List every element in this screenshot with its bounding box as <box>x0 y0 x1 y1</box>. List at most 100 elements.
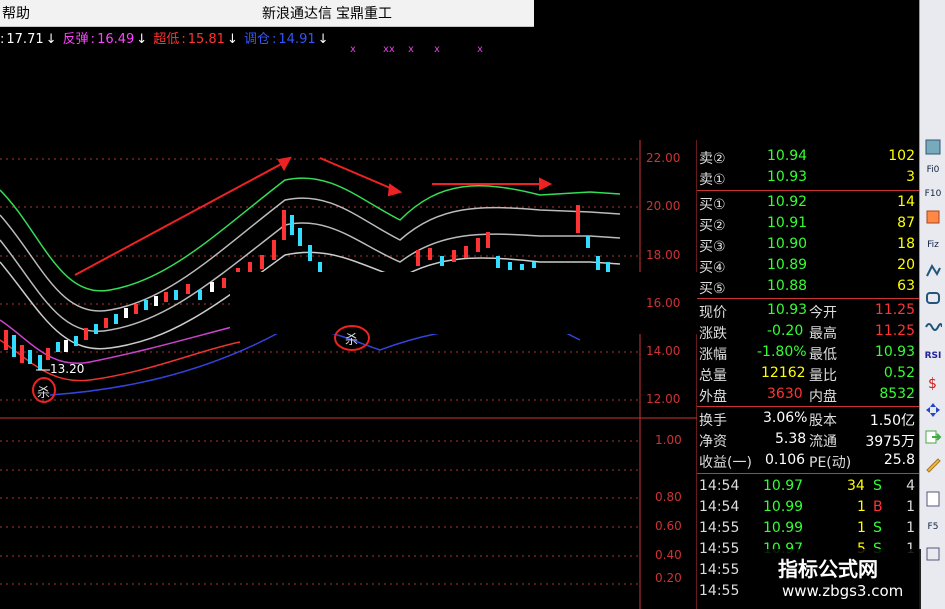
toolbar-button[interactable] <box>923 490 943 510</box>
order-row-buy3[interactable]: 买③ 10.90 18 <box>697 235 919 255</box>
order-price: 10.92 <box>767 194 808 210</box>
quote-label: 内盘 <box>809 389 837 405</box>
dollar-icon[interactable]: $ <box>923 374 943 394</box>
candle <box>260 255 264 269</box>
toolbar-button[interactable] <box>923 138 943 158</box>
candle <box>606 262 610 272</box>
toolbar-button-rsi[interactable]: RSI <box>923 346 943 366</box>
order-row-sell1[interactable]: 卖① 10.93 3 <box>697 168 919 188</box>
order-label: 买② <box>699 218 726 234</box>
order-label: 卖① <box>699 172 726 188</box>
toolbar-button-fiz[interactable]: Fiz <box>923 235 943 255</box>
candle <box>520 264 524 270</box>
candle <box>28 350 32 364</box>
quote-row: 收益(一) 0.106 PE(动) 25.8 <box>697 451 919 471</box>
quote-label: 今开 <box>809 305 837 321</box>
quote-label: 收益(一) <box>699 455 752 471</box>
quote-value: 5.38 <box>775 431 807 447</box>
quote-value: 1.50亿 <box>869 413 915 429</box>
tick-side: B <box>873 499 883 515</box>
volume-tick: 1.00 <box>655 433 682 447</box>
candle <box>222 278 226 288</box>
tick-time: 14:55 <box>699 520 740 536</box>
candle <box>298 228 302 246</box>
sell-marker-text: 杀 <box>345 333 359 348</box>
quote-label: 现价 <box>699 305 727 321</box>
candle <box>186 284 190 294</box>
volume-tick: 0.20 <box>655 571 682 585</box>
order-label: 买③ <box>699 239 726 255</box>
export-icon[interactable] <box>923 428 943 448</box>
candle <box>596 256 600 270</box>
wave-icon[interactable] <box>923 318 943 338</box>
order-volume: 63 <box>897 278 915 294</box>
toolbar-button-fi0[interactable]: Fi0 <box>923 160 943 180</box>
tick-row: 14:54 10.97 34 S 4 <box>697 477 919 497</box>
quote-value: 3975万 <box>865 434 915 450</box>
order-price: 10.94 <box>767 148 808 164</box>
price-tick: 22.00 <box>646 151 681 165</box>
candle <box>4 330 8 350</box>
quote-label: 净资 <box>699 434 727 450</box>
quote-row: 换手 3.06% 股本 1.50亿 <box>697 409 919 429</box>
quote-label: 总量 <box>699 368 727 384</box>
order-row-buy1[interactable]: 买① 10.92 14 <box>697 193 919 213</box>
candle <box>104 318 108 328</box>
tick-count: 4 <box>906 478 915 494</box>
price-tick: 18.00 <box>646 248 681 262</box>
side-toolbar: Fi0 F10 Fiz RSI $ F5 <box>919 0 945 609</box>
tick-time: 14:54 <box>699 478 740 494</box>
toolbar-button[interactable] <box>923 262 943 282</box>
order-row-buy4[interactable]: 买④ 10.89 20 <box>697 256 919 276</box>
candle <box>46 348 50 360</box>
price-tick: 14.00 <box>646 344 681 358</box>
candle <box>290 215 294 235</box>
trading-screen: { "title_bar": {"menu_fragment": "帮助", "… <box>0 0 945 609</box>
quote-row: 外盘 3630 内盘 8532 <box>697 385 919 405</box>
candle <box>464 246 468 258</box>
candle <box>318 262 322 272</box>
quote-value: 0.106 <box>765 452 806 468</box>
order-price: 10.89 <box>767 257 808 273</box>
order-row-buy5[interactable]: 买⑤ 10.88 63 <box>697 277 919 297</box>
pencil-icon[interactable] <box>923 455 943 475</box>
order-volume: 20 <box>897 257 915 273</box>
candle <box>12 335 16 357</box>
tick-volume: 34 <box>847 478 865 494</box>
tick-time: 14:55 <box>699 562 740 578</box>
quote-value: 3.06% <box>763 410 808 426</box>
order-row-sell2[interactable]: 卖② 10.94 102 <box>697 147 919 167</box>
toolbar-button-f10[interactable]: F10 <box>923 184 943 204</box>
toolbar-button[interactable] <box>923 545 943 565</box>
tick-volume: 1 <box>857 520 866 536</box>
tick-time: 14:54 <box>699 499 740 515</box>
quote-value: 0.52 <box>883 365 915 381</box>
candle <box>440 256 444 266</box>
quote-value: 11.25 <box>874 302 915 318</box>
tick-price: 10.97 <box>763 478 804 494</box>
candle <box>124 308 128 318</box>
candle <box>114 314 118 324</box>
candle <box>452 250 456 262</box>
candle <box>428 248 432 260</box>
volume-tick: 0.80 <box>655 490 682 504</box>
toolbar-button[interactable] <box>923 289 943 309</box>
order-row-buy2[interactable]: 买② 10.91 87 <box>697 214 919 234</box>
quote-label: 最低 <box>809 347 837 363</box>
quote-value: 8532 <box>879 386 915 402</box>
quote-value: 10.93 <box>874 344 915 360</box>
price-tick: 12.00 <box>646 392 681 406</box>
candle <box>308 245 312 261</box>
order-price: 10.88 <box>767 278 808 294</box>
quote-row: 净资 5.38 流通 3975万 <box>697 430 919 450</box>
quote-label: 外盘 <box>699 389 727 405</box>
candle <box>20 345 24 363</box>
toolbar-button-f5[interactable]: F5 <box>923 517 943 537</box>
toolbar-button[interactable] <box>923 208 943 228</box>
trend-arrow-down <box>319 157 396 191</box>
quote-value: 25.8 <box>883 452 915 468</box>
move-icon[interactable] <box>923 401 943 421</box>
candle <box>144 300 148 310</box>
volume-tick: 0.40 <box>655 548 682 562</box>
quote-label: 涨跌 <box>699 326 727 342</box>
